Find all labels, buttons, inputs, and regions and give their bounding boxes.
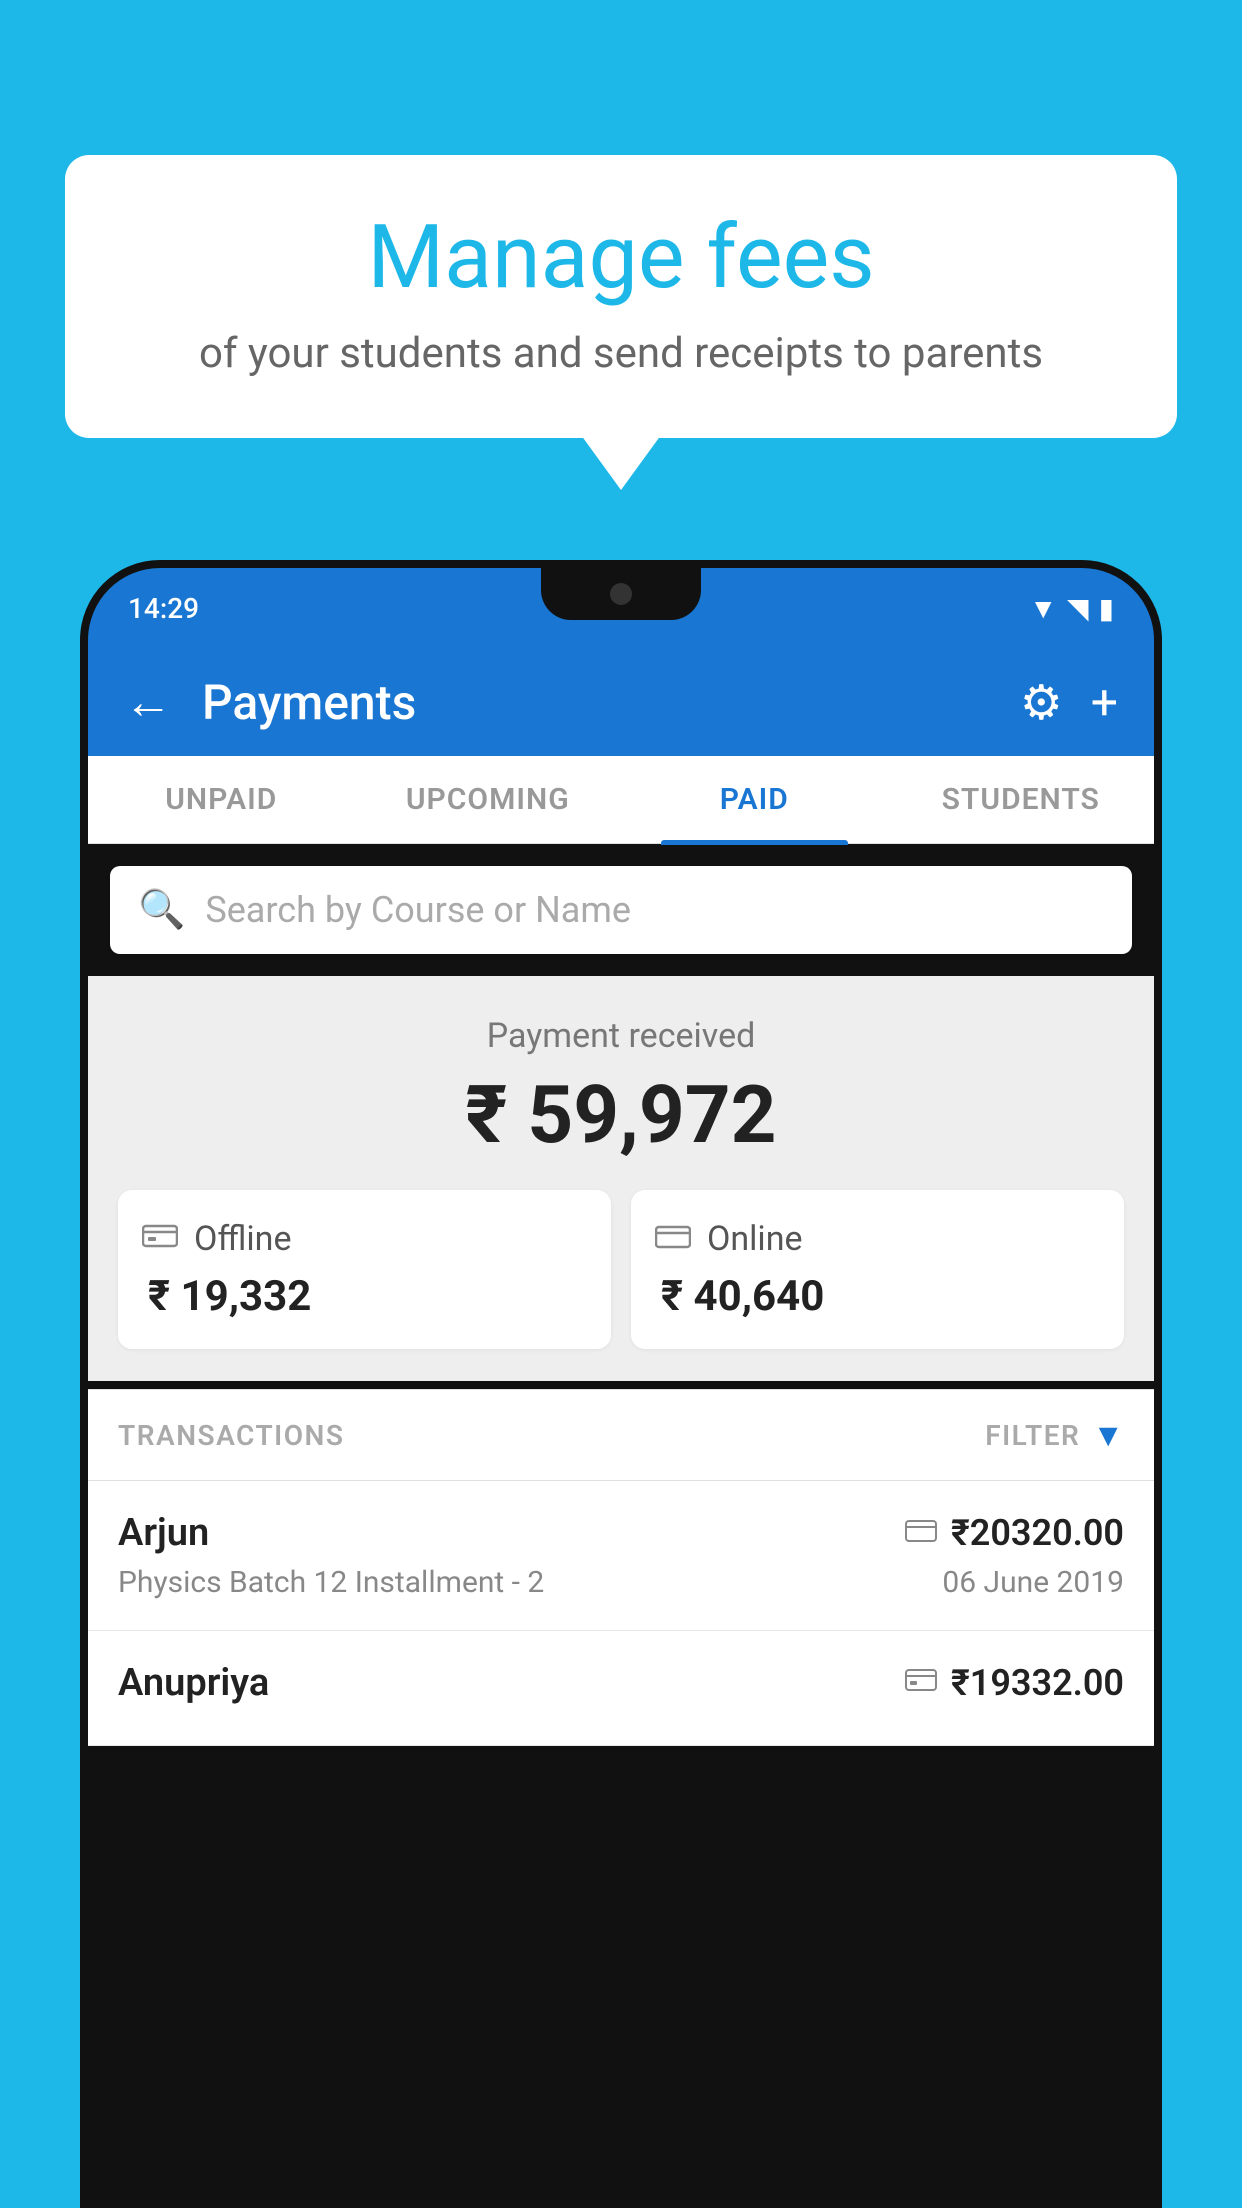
online-label: Online [707, 1219, 803, 1259]
speech-bubble: Manage fees of your students and send re… [65, 155, 1177, 438]
scrollable-content: 🔍 Search by Course or Name Payment recei… [88, 844, 1154, 2208]
phone-inner: 14:29 ▼ ◥ ▮ ← Payments ⚙ + [88, 568, 1154, 2208]
transaction-card-icon-1 [905, 1514, 937, 1552]
transaction-course-1: Physics Batch 12 Installment - 2 [118, 1565, 544, 1600]
tab-unpaid[interactable]: UNPAID [88, 754, 355, 845]
online-card: Online ₹ 40,640 [631, 1190, 1124, 1349]
transaction-amount-row-1: ₹20320.00 [905, 1512, 1124, 1554]
tab-students[interactable]: STUDENTS [888, 754, 1155, 845]
transaction-cash-icon-2 [905, 1664, 937, 1702]
transaction-name-1: Arjun [118, 1511, 209, 1555]
phone-frame: 14:29 ▼ ◥ ▮ ← Payments ⚙ + [80, 560, 1162, 2208]
tab-paid[interactable]: PAID [621, 754, 888, 845]
filter-icon: ▼ [1092, 1416, 1124, 1454]
notch [541, 568, 701, 620]
filter-row[interactable]: FILTER ▼ [985, 1416, 1124, 1454]
transaction-bottom-1: Physics Batch 12 Installment - 2 06 June… [118, 1565, 1124, 1600]
offline-amount: ₹ 19,332 [142, 1272, 311, 1321]
status-bar: 14:29 ▼ ◥ ▮ [88, 568, 1154, 648]
payment-label: Payment received [118, 1016, 1124, 1056]
transaction-name-2: Anupriya [118, 1661, 269, 1705]
offline-label: Offline [194, 1219, 291, 1259]
transaction-amount-1: ₹20320.00 [951, 1512, 1124, 1554]
transaction-top: Arjun ₹20320.00 [118, 1511, 1124, 1555]
online-amount: ₹ 40,640 [655, 1272, 824, 1321]
payment-amount: ₹ 59,972 [118, 1068, 1124, 1162]
transaction-item-2[interactable]: Anupriya ₹19332.00 [88, 1631, 1154, 1746]
transaction-item[interactable]: Arjun ₹20320.00 Physics [88, 1481, 1154, 1631]
camera-dot [610, 583, 632, 605]
transaction-date-1: 06 June 2019 [942, 1565, 1124, 1600]
tab-upcoming[interactable]: UPCOMING [355, 754, 622, 845]
transaction-top-2: Anupriya ₹19332.00 [118, 1661, 1124, 1705]
gear-icon[interactable]: ⚙ [1020, 674, 1063, 731]
header-title: Payments [202, 674, 990, 731]
filter-label: FILTER [985, 1419, 1080, 1452]
app-header: ← Payments ⚙ + [88, 648, 1154, 756]
status-time: 14:29 [128, 592, 199, 625]
offline-icon [142, 1218, 178, 1260]
bubble-title: Manage fees [125, 210, 1117, 307]
battery-icon: ▮ [1099, 592, 1114, 625]
payment-cards: Offline ₹ 19,332 [118, 1190, 1124, 1349]
search-icon: 🔍 [138, 888, 185, 932]
header-icons: ⚙ + [1020, 674, 1118, 731]
transactions-label: TRANSACTIONS [118, 1419, 344, 1452]
payment-received-section: Payment received ₹ 59,972 [88, 976, 1154, 1381]
search-bar[interactable]: 🔍 Search by Course or Name [110, 866, 1132, 954]
status-icons: ▼ ◥ ▮ [1029, 592, 1114, 625]
wifi-icon: ▼ [1029, 592, 1057, 625]
plus-icon[interactable]: + [1091, 674, 1118, 731]
online-icon [655, 1218, 691, 1260]
offline-card: Offline ₹ 19,332 [118, 1190, 611, 1349]
tabs-bar: UNPAID UPCOMING PAID STUDENTS [88, 756, 1154, 844]
bubble-subtitle: of your students and send receipts to pa… [125, 329, 1117, 378]
transaction-amount-2: ₹19332.00 [951, 1662, 1124, 1704]
transactions-header: TRANSACTIONS FILTER ▼ [88, 1389, 1154, 1481]
back-button[interactable]: ← [124, 678, 172, 726]
transaction-amount-row-2: ₹19332.00 [905, 1662, 1124, 1704]
search-placeholder: Search by Course or Name [205, 889, 631, 931]
signal-icon: ◥ [1067, 592, 1089, 625]
phone-content: 14:29 ▼ ◥ ▮ ← Payments ⚙ + [88, 568, 1154, 2208]
